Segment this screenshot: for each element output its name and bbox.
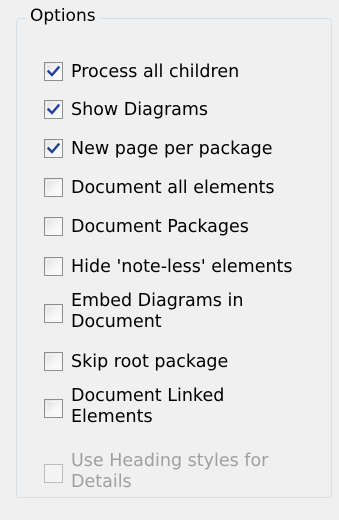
use-heading-styles-for-details-label: Use Heading styles for Details — [71, 451, 269, 492]
show-diagrams-label: Show Diagrams — [71, 100, 209, 120]
options-group-title: Options — [26, 5, 100, 27]
option-process-all-children[interactable]: Process all children — [44, 62, 239, 83]
embed-diagrams-in-document-label: Embed Diagrams in Document — [71, 291, 244, 332]
option-document-packages[interactable]: Document Packages — [44, 217, 249, 238]
skip-root-package-label: Skip root package — [71, 352, 229, 372]
document-all-elements-checkbox[interactable] — [44, 178, 63, 197]
hide-note-less-elements-label: Hide 'note-less' elements — [71, 257, 293, 277]
document-packages-label: Document Packages — [71, 217, 249, 237]
checkmark-icon — [46, 65, 61, 77]
option-document-all-elements[interactable]: Document all elements — [44, 178, 275, 199]
show-diagrams-checkbox[interactable] — [44, 100, 63, 119]
document-linked-elements-checkbox[interactable] — [44, 399, 63, 418]
option-use-heading-styles-for-details: Use Heading styles for Details — [44, 451, 268, 493]
document-all-elements-label: Document all elements — [71, 178, 275, 198]
hide-note-less-elements-checkbox[interactable] — [44, 257, 63, 276]
option-hide-note-less-elements[interactable]: Hide 'note-less' elements — [44, 257, 293, 278]
checkmark-icon — [46, 142, 61, 154]
option-document-linked-elements[interactable]: Document Linked Elements — [44, 386, 224, 428]
process-all-children-label: Process all children — [71, 62, 240, 82]
embed-diagrams-in-document-checkbox[interactable] — [44, 304, 63, 323]
checkmark-icon — [46, 103, 61, 115]
option-embed-diagrams-in-document[interactable]: Embed Diagrams in Document — [44, 291, 243, 333]
new-page-per-package-checkbox[interactable] — [44, 139, 63, 158]
document-packages-checkbox[interactable] — [44, 217, 63, 236]
option-new-page-per-package[interactable]: New page per package — [44, 139, 273, 160]
process-all-children-checkbox[interactable] — [44, 62, 63, 81]
option-show-diagrams[interactable]: Show Diagrams — [44, 100, 208, 121]
skip-root-package-checkbox[interactable] — [44, 352, 63, 371]
option-skip-root-package[interactable]: Skip root package — [44, 352, 228, 373]
document-linked-elements-label: Document Linked Elements — [71, 386, 225, 427]
new-page-per-package-label: New page per package — [71, 139, 273, 159]
use-heading-styles-for-details-checkbox — [44, 464, 63, 483]
options-panel: Options Process all children Show Diagra… — [0, 0, 339, 520]
